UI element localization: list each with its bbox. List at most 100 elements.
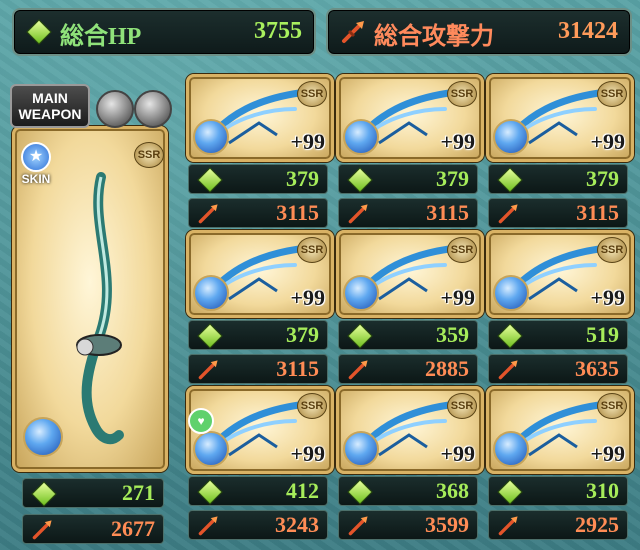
atk-value: 3243 [275,512,319,537]
plus-level: +99 [590,129,625,154]
hp-gem-icon [497,323,523,349]
main-skill-orb-icon [23,417,63,457]
hp-value: 359 [436,322,469,347]
main-weapon-badge-line2: WEAPON [18,106,82,122]
star-icon: ★ [21,142,51,172]
atk-value: 3635 [575,356,619,381]
sword-icon [348,204,368,224]
sub-weapon-card[interactable]: SSR +99 [336,386,484,474]
main-hp-value: 271 [122,480,155,505]
main-weapon-image [76,172,124,445]
hp-value: 379 [286,322,319,347]
atk-value: 2885 [425,356,469,381]
atk-value: 3115 [276,200,319,225]
skill-orb-icon [343,119,379,155]
skill-orb-icon [343,431,379,467]
plus-level: +99 [590,285,625,310]
skill-orb-icon [343,275,379,311]
total-hp-label: 総合HP [60,24,142,50]
hp-value: 379 [586,166,619,191]
sub-weapon-card[interactable]: SSR +99 [336,230,484,318]
skill-orb-icon [493,275,529,311]
plus-level: +99 [290,129,325,154]
atk-stat: 3115 [188,354,328,384]
sub-weapon-card[interactable]: SSR +99 [336,74,484,162]
main-weapon-badge-line1: MAIN [32,90,68,106]
atk-stat: 3115 [488,198,628,228]
hp-value: 379 [436,166,469,191]
rarity-icon: SSR [597,393,627,419]
sword-icon [498,516,518,536]
hp-gem-icon [497,479,523,505]
hp-value: 379 [286,166,319,191]
atk-value: 3599 [425,512,469,537]
hp-stat: 379 [188,320,328,350]
atk-stat: 3243 [188,510,328,540]
rarity-icon: SSR [297,81,327,107]
atk-stat: 2885 [338,354,478,384]
hp-value: 310 [586,478,619,503]
hp-gem-icon [347,323,373,349]
sword-icon [498,204,518,224]
hp-stat: 412 [188,476,328,506]
skill-orb-icon [493,119,529,155]
main-atk-value: 2677 [111,516,155,541]
total-attack-label: 総合攻撃力 [374,24,494,50]
hp-gem-icon [347,479,373,505]
atk-stat: 3599 [338,510,478,540]
sword-icon [198,360,218,380]
hp-value: 368 [436,478,469,503]
rarity-icon: SSR [597,237,627,263]
rarity-icon: SSR [134,142,164,168]
sword-icon [498,360,518,380]
rarity-icon: SSR [297,393,327,419]
skill-orb-icon [193,119,229,155]
locked-slot-icon [96,90,134,128]
total-hp-bar: 総合HP 3755 [12,8,316,56]
hp-gem-icon [347,167,373,193]
sub-weapon-card[interactable]: SSR +99 [486,74,634,162]
plus-level: +99 [440,285,475,310]
hp-gem-icon [197,167,223,193]
main-weapon-badge: MAIN WEAPON [10,84,90,128]
rarity-icon: SSR [597,81,627,107]
skill-orb-icon [193,275,229,311]
main-hp-stat: 271 [22,478,164,508]
sub-weapon-card[interactable]: SSR +99 [186,74,334,162]
atk-stat: 2925 [488,510,628,540]
sub-weapon-card[interactable]: SSR +99 [186,230,334,318]
heart-icon: ♥ [188,408,214,434]
sub-weapon-card[interactable]: SSR +99 [486,230,634,318]
hp-gem-icon [497,167,523,193]
locked-slot-icon [134,90,172,128]
sword-icon [198,516,218,536]
skill-orb-icon [493,431,529,467]
atk-stat: 3115 [188,198,328,228]
skin-badge[interactable]: ★ SKIN [16,142,56,186]
sword-icon [198,204,218,224]
rarity-icon: SSR [447,393,477,419]
atk-stat: 3635 [488,354,628,384]
hp-gem-icon [197,479,223,505]
total-attack-value: 31424 [558,18,618,44]
total-attack-bar: 総合攻撃力 31424 [326,8,632,56]
hp-gem-icon [26,19,52,45]
rarity-icon: SSR [447,81,477,107]
hp-stat: 359 [338,320,478,350]
skill-orb-icon [193,431,229,467]
sword-icon [342,21,364,43]
atk-value: 3115 [276,356,319,381]
hp-gem-icon [31,481,57,507]
atk-value: 3115 [426,200,469,225]
hp-stat: 379 [188,164,328,194]
rarity-icon: SSR [447,237,477,263]
hp-stat: 368 [338,476,478,506]
plus-level: +99 [290,441,325,466]
sub-weapon-card[interactable]: SSR +99 [486,386,634,474]
rarity-icon: SSR [297,237,327,263]
sword-icon [348,516,368,536]
sword-icon [32,520,52,540]
plus-level: +99 [440,441,475,466]
hp-value: 412 [286,478,319,503]
hp-stat: 519 [488,320,628,350]
